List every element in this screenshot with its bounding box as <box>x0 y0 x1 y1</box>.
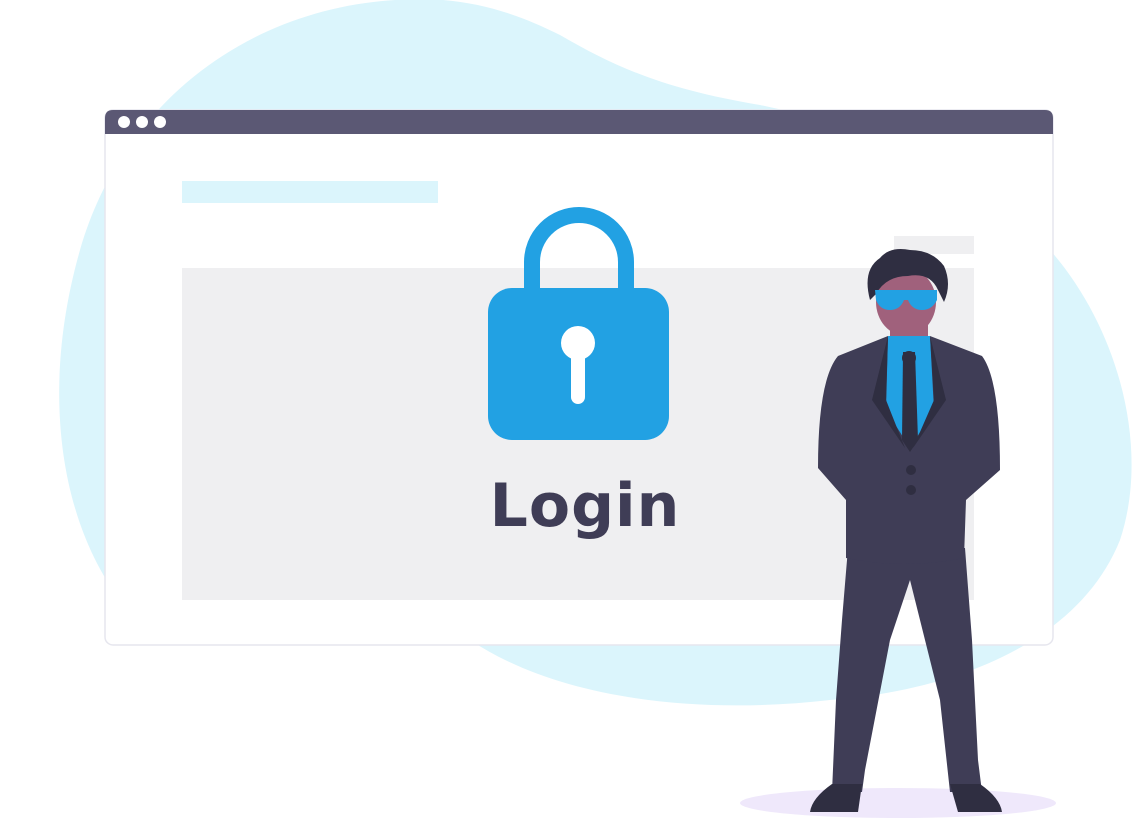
illustration-canvas <box>59 0 1132 818</box>
browser-title-bar <box>105 110 1053 134</box>
login-illustration: Login <box>0 0 1146 820</box>
header-placeholder-bar <box>182 181 438 203</box>
window-controls-three-dots-icon[interactable] <box>118 116 166 128</box>
login-heading: Login <box>489 471 681 541</box>
figure-shadow <box>740 788 1056 818</box>
